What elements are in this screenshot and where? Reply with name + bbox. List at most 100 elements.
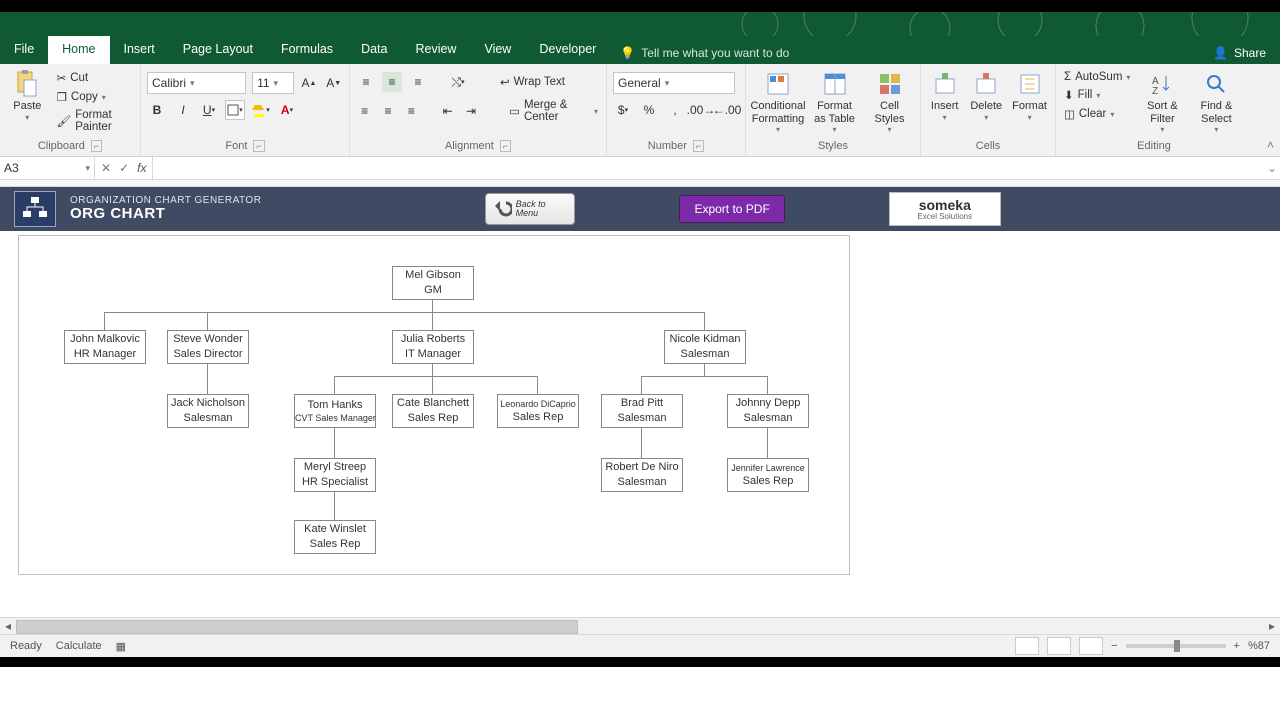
wrap-icon: ↩ (500, 75, 510, 89)
format-painter-button[interactable]: 🖌Format Painter (55, 108, 134, 134)
orientation-icon[interactable]: ⤭▾ (448, 72, 468, 92)
decrease-decimal-icon[interactable]: ←.00 (717, 100, 737, 120)
org-node[interactable]: Mel GibsonGM (392, 266, 474, 300)
tab-file[interactable]: File (0, 36, 48, 64)
org-node[interactable]: Tom HanksCVT Sales Manager (294, 394, 376, 428)
percent-format-icon[interactable]: % (639, 100, 659, 120)
align-middle-icon[interactable]: ≡ (382, 72, 402, 92)
formula-bar-row: A3▾ ✕ ✓ fx ⌄ (0, 157, 1280, 180)
merge-center-button[interactable]: ▭Merge & Center▾ (507, 98, 600, 124)
sheet-header-bar: ORGANIZATION CHART GENERATOR ORG CHART B… (0, 187, 1280, 231)
scroll-right-icon[interactable]: ▸ (1264, 618, 1280, 634)
tab-formulas[interactable]: Formulas (267, 36, 347, 64)
formula-bar[interactable] (153, 157, 1264, 179)
zoom-in-icon[interactable]: + (1234, 640, 1240, 652)
italic-button[interactable]: I (173, 100, 193, 120)
tab-view[interactable]: View (470, 36, 525, 64)
org-node[interactable]: Steve WonderSales Director (167, 330, 249, 364)
comma-format-icon[interactable]: , (665, 100, 685, 120)
cut-button[interactable]: ✂Cut (55, 70, 134, 86)
align-center-icon[interactable]: ≡ (379, 101, 396, 121)
align-right-icon[interactable]: ≡ (403, 101, 420, 121)
export-pdf-button[interactable]: Export to PDF (679, 195, 784, 223)
collapse-ribbon-icon[interactable]: ˄ (1267, 138, 1274, 152)
autosum-button[interactable]: ΣAutoSum▾ (1062, 70, 1132, 84)
increase-font-icon[interactable]: A▲ (300, 73, 319, 93)
expand-formula-bar-icon[interactable]: ⌄ (1264, 157, 1280, 179)
scroll-left-icon[interactable]: ◂ (0, 618, 16, 634)
name-box[interactable]: A3▾ (0, 157, 95, 179)
org-node[interactable]: Kate WinsletSales Rep (294, 520, 376, 554)
tab-data[interactable]: Data (347, 36, 401, 64)
clear-button[interactable]: ◫Clear▾ (1062, 106, 1132, 122)
fill-button[interactable]: ⬇Fill▾ (1062, 87, 1132, 103)
wrap-text-button[interactable]: ↩Wrap Text (498, 74, 567, 90)
increase-indent-icon[interactable]: ⇥ (462, 101, 479, 121)
org-node[interactable]: Brad PittSalesman (601, 394, 683, 428)
org-node[interactable]: Jennifer LawrenceSales Rep (727, 458, 809, 492)
bold-button[interactable]: B (147, 100, 167, 120)
scroll-thumb[interactable] (16, 620, 578, 634)
increase-decimal-icon[interactable]: .00→ (691, 100, 711, 120)
back-to-menu-button[interactable]: Back to Menu (485, 193, 575, 225)
tell-me-search[interactable]: 💡 Tell me what you want to do (610, 36, 803, 64)
table-format-icon (821, 70, 849, 98)
group-editing: ΣAutoSum▾ ⬇Fill▾ ◫Clear▾ AZ Sort & Filte… (1056, 64, 1252, 156)
align-left-icon[interactable]: ≡ (356, 101, 373, 121)
align-top-icon[interactable]: ≡ (356, 72, 376, 92)
zoom-slider[interactable] (1126, 644, 1226, 648)
copy-button[interactable]: ❐Copy▾ (55, 89, 134, 105)
decrease-font-icon[interactable]: A▼ (324, 73, 343, 93)
cancel-formula-icon[interactable]: ✕ (101, 161, 111, 175)
connector (704, 364, 705, 376)
delete-cells-button[interactable]: Delete▾ (968, 68, 1004, 122)
org-node[interactable]: Julia RobertsIT Manager (392, 330, 474, 364)
zoom-out-icon[interactable]: − (1111, 640, 1117, 652)
tab-review[interactable]: Review (401, 36, 470, 64)
org-node[interactable]: Johnny DeppSalesman (727, 394, 809, 428)
format-as-table-button[interactable]: Format as Table▾ (810, 68, 859, 134)
someka-brand: someka Excel Solutions (889, 192, 1001, 226)
tab-insert[interactable]: Insert (110, 36, 169, 64)
view-normal-icon[interactable] (1015, 637, 1039, 655)
org-node[interactable]: John MalkovicHR Manager (64, 330, 146, 364)
tab-home[interactable]: Home (48, 36, 109, 64)
cell-styles-button[interactable]: Cell Styles▾ (865, 68, 914, 134)
share-button[interactable]: 👤 Share (1203, 36, 1280, 64)
font-size-select[interactable]: 11▾ (252, 72, 294, 94)
org-node[interactable]: Jack NicholsonSalesman (167, 394, 249, 428)
org-node[interactable]: Cate BlanchettSales Rep (392, 394, 474, 428)
org-node[interactable]: Meryl StreepHR Specialist (294, 458, 376, 492)
align-bottom-icon[interactable]: ≡ (408, 72, 428, 92)
scroll-track[interactable] (16, 618, 1264, 634)
decrease-indent-icon[interactable]: ⇤ (439, 101, 456, 121)
fx-icon[interactable]: fx (137, 161, 146, 175)
tab-developer[interactable]: Developer (525, 36, 610, 64)
merge-icon: ▭ (509, 104, 520, 118)
font-name-select[interactable]: Calibri▾ (147, 72, 246, 94)
org-node[interactable]: Nicole KidmanSalesman (664, 330, 746, 364)
sort-filter-button[interactable]: AZ Sort & Filter▾ (1138, 68, 1186, 134)
tab-page-layout[interactable]: Page Layout (169, 36, 267, 64)
enter-formula-icon[interactable]: ✓ (119, 161, 129, 175)
insert-cells-button[interactable]: Insert▾ (927, 68, 962, 122)
view-page-break-icon[interactable] (1079, 637, 1103, 655)
org-node[interactable]: Leonardo DiCaprioSales Rep (497, 394, 579, 428)
horizontal-scrollbar[interactable]: ◂ ▸ (0, 617, 1280, 634)
org-node[interactable]: Robert De NiroSalesman (601, 458, 683, 492)
paste-button[interactable]: Paste ▾ (6, 68, 49, 122)
fill-color-button[interactable]: ▾ (251, 100, 271, 120)
number-format-select[interactable]: General▾ (613, 72, 735, 94)
find-select-button[interactable]: Find & Select▾ (1192, 68, 1240, 134)
borders-button[interactable]: ▾ (225, 100, 245, 120)
conditional-formatting-button[interactable]: Conditional Formatting▾ (752, 68, 804, 134)
share-label: Share (1234, 46, 1266, 60)
macro-record-icon[interactable]: ▦ (116, 640, 126, 653)
cell-styles-icon (876, 70, 904, 98)
accounting-format-icon[interactable]: $▾ (613, 100, 633, 120)
insert-cells-icon (931, 70, 959, 98)
font-color-button[interactable]: A▾ (277, 100, 297, 120)
format-cells-button[interactable]: Format▾ (1010, 68, 1049, 122)
view-page-layout-icon[interactable] (1047, 637, 1071, 655)
underline-button[interactable]: U▾ (199, 100, 219, 120)
